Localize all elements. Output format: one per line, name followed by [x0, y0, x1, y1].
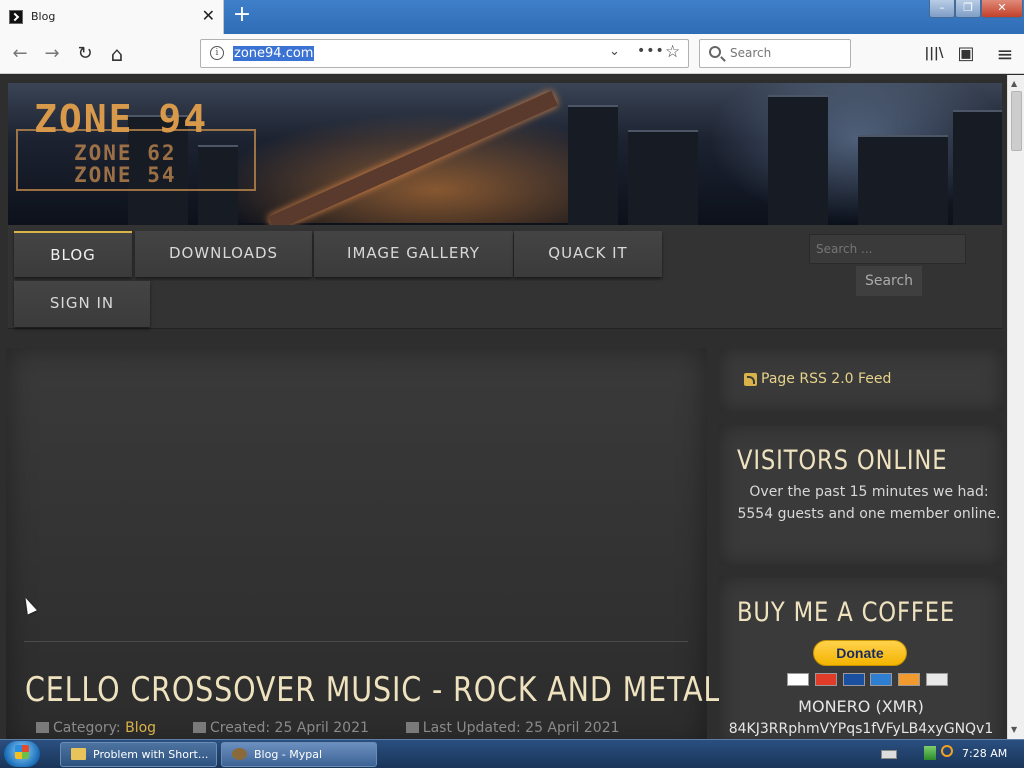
tab-strip: Blog ✕ + – ❐ ✕ — [0, 0, 1024, 34]
buy-me-a-coffee-widget: BUY ME A COFFEE Donate MONERO (XMR) 84KJ… — [719, 577, 1003, 739]
site-search-input[interactable] — [809, 234, 966, 264]
window-minimize-button[interactable]: – — [929, 0, 955, 18]
address-bar[interactable]: i zone94.com ⌄ ••• ☆ — [200, 39, 689, 68]
payment-cards — [787, 673, 950, 687]
banner-building — [768, 95, 828, 225]
scrollbar-thumb[interactable] — [1011, 91, 1022, 151]
amex-icon — [870, 673, 893, 686]
banner-building — [858, 135, 948, 225]
taskbar-item-label: Blog - Mypal — [254, 748, 323, 761]
menu-item-blog[interactable]: BLOG — [14, 231, 132, 277]
calendar-icon — [405, 722, 419, 733]
category-link[interactable]: Blog — [125, 720, 156, 736]
url-text[interactable]: zone94.com — [233, 46, 315, 61]
chevron-down-icon[interactable]: ⌄ — [609, 44, 620, 59]
monero-label: MONERO (XMR) — [798, 697, 924, 716]
maestro-icon — [842, 673, 865, 686]
bank-card-icon — [926, 673, 949, 686]
created-date: Created: 25 April 2021 — [209, 720, 369, 736]
site-info-icon[interactable]: i — [210, 46, 224, 60]
main-menu: BLOG DOWNLOADS IMAGE GALLERY QUACK IT SI… — [8, 225, 1002, 329]
banner-building — [628, 130, 698, 225]
home-icon[interactable]: ⌂ — [105, 42, 129, 66]
browser-search-input[interactable] — [730, 46, 840, 60]
banner-building — [953, 110, 1002, 225]
forward-icon[interactable]: → — [40, 42, 64, 66]
menu-item-downloads[interactable]: DOWNLOADS — [135, 231, 312, 277]
window-maximize-button[interactable]: ❐ — [955, 0, 981, 18]
browser-icon — [232, 748, 247, 760]
coffee-heading: BUY ME A COFFEE — [737, 597, 956, 628]
rss-feed-link[interactable]: Page RSS 2.0 Feed — [761, 371, 891, 387]
window-close-button[interactable]: ✕ — [981, 0, 1023, 18]
network-icon[interactable] — [924, 746, 936, 760]
page-actions-icon[interactable]: ••• — [637, 43, 665, 59]
sidebar-icon[interactable]: ▣ — [954, 42, 978, 66]
mastercard-icon — [814, 673, 837, 686]
navigation-toolbar: ← → ↻ ⌂ i zone94.com ⌄ ••• ☆ |||\ ▣ ≡ — [0, 34, 1024, 74]
windows-logo-icon — [15, 745, 29, 759]
visitors-text: Over the past 15 minutes we had: 5554 gu… — [737, 484, 1001, 522]
site-logo-sub: ZONE 62 — [74, 141, 177, 165]
site-search-button[interactable]: Search — [856, 266, 922, 296]
banner-building — [568, 105, 618, 225]
article-meta: Category: Blog Created: 25 April 2021 La… — [36, 720, 620, 736]
reload-icon[interactable]: ↻ — [73, 42, 97, 66]
visitors-online-widget: VISITORS ONLINE Over the past 15 minutes… — [719, 425, 1003, 565]
clock[interactable]: 7:28 AM — [962, 747, 1007, 760]
site-favicon-icon — [9, 10, 23, 24]
search-icon — [709, 46, 721, 58]
menu-item-sign-in[interactable]: SIGN IN — [14, 281, 150, 327]
donate-button[interactable]: Donate — [813, 640, 907, 666]
scroll-down-icon[interactable]: ▼ — [1011, 725, 1017, 734]
category-label: Category: — [53, 720, 121, 736]
tab-close-icon[interactable]: ✕ — [202, 7, 215, 25]
folder-icon — [36, 722, 49, 733]
article-card: CELLO CROSSOVER MUSIC - ROCK AND METAL C… — [6, 348, 719, 739]
discover-icon — [898, 673, 921, 686]
article-divider — [24, 641, 688, 642]
web-page: ZONE 94 ZONE 62 ZONE 54 BLOG DOWNLOADS I… — [0, 75, 1007, 739]
back-icon[interactable]: ← — [8, 42, 32, 66]
folder-icon — [71, 748, 86, 760]
site-logo-sub: ZONE 54 — [74, 163, 177, 187]
monero-address: 84KJ3RRphmVYPqs1fVFyLB4xyGNQv1 — [728, 721, 994, 737]
rss-widget: Page RSS 2.0 Feed — [719, 348, 1003, 412]
scroll-up-icon[interactable]: ▲ — [1011, 79, 1017, 88]
menu-item-image-gallery[interactable]: IMAGE GALLERY — [314, 231, 513, 277]
hamburger-menu-icon[interactable]: ≡ — [993, 42, 1017, 66]
tab-title: Blog — [31, 10, 56, 23]
bookmark-star-icon[interactable]: ☆ — [665, 42, 680, 62]
browser-search-box[interactable] — [699, 39, 851, 68]
tab-blog[interactable]: Blog ✕ — [0, 0, 224, 34]
library-icon[interactable]: |||\ — [922, 42, 946, 66]
menu-item-quack-it[interactable]: QUACK IT — [514, 231, 662, 277]
updated-date: Last Updated: 25 April 2021 — [422, 720, 620, 736]
visitors-heading: VISITORS ONLINE — [737, 445, 948, 476]
taskbar: Problem with Short... Blog - Mypal 7:28 … — [0, 739, 1024, 768]
article-title[interactable]: CELLO CROSSOVER MUSIC - ROCK AND METAL — [25, 670, 720, 710]
page-scrollbar[interactable]: ▲ ▼ — [1007, 75, 1024, 739]
site-header-banner: ZONE 94 ZONE 62 ZONE 54 — [8, 83, 1002, 225]
site-logo[interactable]: ZONE 94 — [34, 97, 208, 141]
keyboard-icon[interactable] — [881, 750, 897, 759]
new-tab-button[interactable]: + — [230, 4, 254, 28]
search-icon[interactable] — [941, 745, 953, 757]
taskbar-item-browser[interactable]: Blog - Mypal — [221, 742, 377, 767]
taskbar-item-label: Problem with Short... — [93, 748, 209, 761]
visa-card-icon — [787, 673, 809, 686]
rss-icon — [744, 373, 757, 386]
start-button[interactable] — [4, 741, 40, 767]
taskbar-item-explorer[interactable]: Problem with Short... — [60, 742, 217, 767]
calendar-icon — [192, 722, 206, 733]
